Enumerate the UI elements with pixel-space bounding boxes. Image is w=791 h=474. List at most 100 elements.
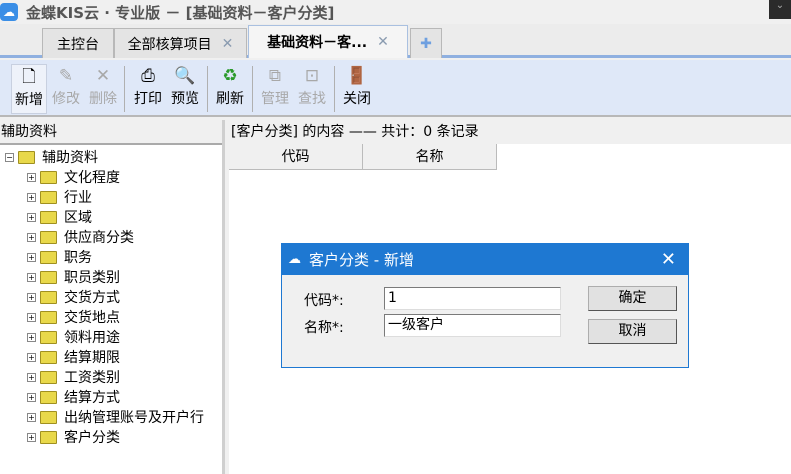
tab-all-accounting-items[interactable]: 全部核算项目 ✕	[114, 28, 247, 58]
name-input[interactable]: 一级客户	[384, 314, 561, 337]
tree-label: 区域	[64, 210, 92, 226]
expand-icon[interactable]: +	[27, 192, 36, 202]
label: 修改	[52, 91, 80, 107]
tab-customer-category[interactable]: 基础资料－客... ✕	[248, 25, 408, 58]
divider	[334, 66, 335, 112]
close-button[interactable]: 🚪 关闭	[339, 64, 375, 114]
find-button[interactable]: ⊡ 查找	[294, 64, 330, 114]
tree-panel-header: 辅助资料	[0, 120, 222, 145]
folder-icon	[40, 230, 57, 244]
tree-root[interactable]: − 辅助资料	[0, 147, 222, 167]
expand-icon[interactable]: +	[27, 372, 36, 382]
manage-button[interactable]: ⧉ 管理	[257, 64, 293, 114]
tree-label: 行业	[64, 190, 92, 206]
tree-item[interactable]: + 职员类别	[0, 267, 222, 287]
tree-item[interactable]: + 工资类别	[0, 367, 222, 387]
tree-label: 客户分类	[64, 430, 120, 446]
code-label: 代码*:	[304, 293, 344, 309]
label: 删除	[89, 91, 117, 107]
print-button[interactable]: ⎙ 打印	[130, 64, 166, 114]
collapse-icon[interactable]: −	[5, 152, 14, 162]
tree-item[interactable]: + 区域	[0, 207, 222, 227]
tree-item[interactable]: + 行业	[0, 187, 222, 207]
column-code[interactable]: 代码	[229, 144, 363, 169]
code-input[interactable]: 1	[384, 287, 561, 310]
expand-icon[interactable]: +	[27, 172, 36, 182]
manage-icon: ⧉	[268, 66, 282, 86]
column-name[interactable]: 名称	[363, 144, 497, 169]
table-header: 代码 名称	[229, 144, 497, 170]
close-icon[interactable]: ✕	[222, 36, 234, 52]
expand-icon[interactable]: +	[27, 332, 36, 342]
expand-icon[interactable]: +	[27, 412, 36, 422]
folder-icon	[40, 370, 57, 384]
folder-icon	[40, 290, 57, 304]
tree-label: 结算期限	[64, 350, 120, 366]
tree-item[interactable]: + 领料用途	[0, 327, 222, 347]
folder-icon	[40, 310, 57, 324]
expand-icon[interactable]: +	[27, 292, 36, 302]
tab-main-console[interactable]: 主控台	[42, 28, 114, 58]
tree-label: 文化程度	[64, 170, 120, 186]
close-icon[interactable]: ✕	[377, 34, 389, 50]
folder-icon	[40, 350, 57, 364]
tree-label: 交货方式	[64, 290, 120, 306]
preview-button[interactable]: 🔍 预览	[167, 64, 203, 114]
content-header: [客户分类] 的内容 —— 共计：0 条记录	[229, 120, 791, 144]
refresh-button[interactable]: ♻ 刷新	[212, 64, 248, 114]
tree-label: 交货地点	[64, 310, 120, 326]
dialog-title: 客户分类 - 新增	[309, 251, 414, 269]
folder-icon	[40, 270, 57, 284]
expand-icon[interactable]: +	[27, 352, 36, 362]
preview-icon: 🔍	[174, 66, 196, 86]
tree-label: 供应商分类	[64, 230, 134, 246]
add-tab-button[interactable]: ✚	[410, 28, 442, 58]
expand-icon[interactable]: +	[27, 432, 36, 442]
find-icon: ⊡	[304, 66, 320, 86]
tree-item[interactable]: + 职务	[0, 247, 222, 267]
edit-button[interactable]: ✎ 修改	[48, 64, 84, 114]
add-customer-category-dialog: ☁ 客户分类 - 新增 ✕ 代码*: 1 名称*: 一级客户 确定 取消	[281, 243, 689, 368]
title-bar: ☁ 金蝶KIS云 · 专业版 － [基础资料－客户分类] ⌄	[0, 0, 791, 24]
expand-icon[interactable]: +	[27, 252, 36, 262]
tree-item[interactable]: + 出纳管理账号及开户行	[0, 407, 222, 427]
tab-bar: 主控台 全部核算项目 ✕ 基础资料－客... ✕ ✚	[0, 24, 791, 58]
tree-item[interactable]: + 客户分类	[0, 427, 222, 447]
close-icon[interactable]: ✕	[661, 249, 676, 270]
tree-label: 结算方式	[64, 390, 120, 406]
folder-icon	[40, 190, 57, 204]
tree-item[interactable]: + 文化程度	[0, 167, 222, 187]
delete-button[interactable]: ✕ 删除	[85, 64, 121, 114]
folder-icon	[18, 150, 35, 164]
tree-panel: 辅助资料 − 辅助资料 + 文化程度 + 行业 + 区域 + 供应商分类 + 职务 + 职员类别 + 交货方…	[0, 120, 225, 474]
expand-icon[interactable]: +	[27, 392, 36, 402]
edit-icon: ✎	[58, 66, 74, 86]
label: 预览	[171, 91, 199, 107]
folder-icon	[40, 170, 57, 184]
divider	[124, 66, 125, 112]
tree-item[interactable]: + 交货地点	[0, 307, 222, 327]
new-button[interactable]: 🗋 新增	[11, 64, 47, 114]
tree-item[interactable]: + 交货方式	[0, 287, 222, 307]
chevron-down-icon[interactable]: ⌄	[769, 0, 791, 19]
expand-icon[interactable]: +	[27, 232, 36, 242]
tree-item[interactable]: + 结算方式	[0, 387, 222, 407]
divider	[252, 66, 253, 112]
delete-x-icon: ✕	[95, 66, 111, 86]
tree-label: 工资类别	[64, 370, 120, 386]
tree-item[interactable]: + 供应商分类	[0, 227, 222, 247]
tab-label: 全部核算项目	[127, 36, 212, 53]
tree-item[interactable]: + 结算期限	[0, 347, 222, 367]
cloud-app-icon: ☁	[288, 252, 301, 267]
label: 刷新	[216, 91, 244, 107]
toolbar: 🗋 新增 ✎ 修改 ✕ 删除 ⎙ 打印 🔍 预览 ♻ 刷新 ⧉ 管理 ⊡ 查找 🚪 关闭	[0, 60, 791, 117]
expand-icon[interactable]: +	[27, 272, 36, 282]
label: 关闭	[343, 91, 371, 107]
cancel-button[interactable]: 取消	[588, 319, 677, 344]
new-document-icon: 🗋	[22, 67, 36, 87]
label: 管理	[261, 91, 289, 107]
window-title: 金蝶KIS云 · 专业版 － [基础资料－客户分类]	[26, 3, 335, 22]
ok-button[interactable]: 确定	[588, 286, 677, 311]
expand-icon[interactable]: +	[27, 312, 36, 322]
expand-icon[interactable]: +	[27, 212, 36, 222]
